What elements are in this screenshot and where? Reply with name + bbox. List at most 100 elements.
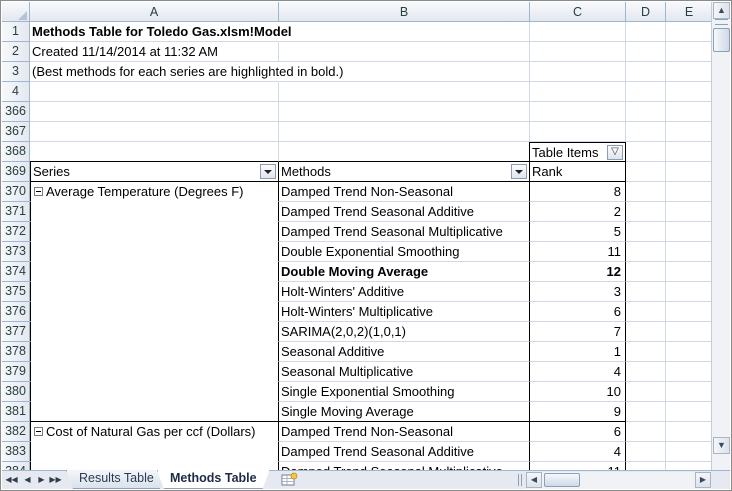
rank-cell[interactable]: 3 bbox=[530, 282, 626, 302]
pivot-series-cell[interactable] bbox=[30, 242, 279, 262]
vertical-scroll-thumb[interactable] bbox=[713, 28, 730, 52]
cell[interactable] bbox=[666, 222, 712, 242]
cell[interactable] bbox=[666, 122, 712, 142]
pivot-series-cell[interactable] bbox=[30, 402, 279, 422]
horizontal-scroll-thumb[interactable] bbox=[544, 473, 580, 487]
pivot-series-cell[interactable] bbox=[30, 322, 279, 342]
prev-sheet-icon[interactable]: ◀ bbox=[21, 473, 34, 487]
cell[interactable] bbox=[666, 342, 712, 362]
cell[interactable] bbox=[626, 442, 666, 462]
method-cell[interactable]: Holt-Winters' Multiplicative bbox=[279, 302, 530, 322]
method-cell[interactable]: Damped Trend Seasonal Additive bbox=[279, 442, 530, 462]
cell[interactable] bbox=[666, 182, 712, 202]
scroll-left-icon[interactable]: ◀ bbox=[526, 472, 542, 488]
method-cell[interactable]: Double Exponential Smoothing bbox=[279, 242, 530, 262]
created-date-cell[interactable]: Created 11/14/2014 at 11:32 AM bbox=[30, 42, 279, 62]
cell[interactable] bbox=[666, 422, 712, 442]
cell[interactable] bbox=[666, 82, 712, 102]
cell[interactable] bbox=[30, 82, 279, 102]
cell[interactable] bbox=[626, 122, 666, 142]
method-cell[interactable]: Seasonal Additive bbox=[279, 342, 530, 362]
cell[interactable] bbox=[30, 142, 279, 162]
insert-worksheet-icon[interactable] bbox=[279, 472, 299, 488]
cell[interactable] bbox=[666, 202, 712, 222]
best-rank-cell[interactable]: 12 bbox=[530, 262, 626, 282]
cell[interactable] bbox=[666, 62, 712, 82]
row-header[interactable]: 374 bbox=[2, 262, 29, 282]
collapse-minus-icon[interactable] bbox=[34, 427, 43, 437]
filter-icon[interactable]: ▽ bbox=[607, 145, 623, 160]
pivot-series-cell[interactable] bbox=[30, 302, 279, 322]
cell[interactable] bbox=[530, 62, 626, 82]
pivot-rank-header[interactable]: Rank bbox=[530, 162, 626, 182]
cell[interactable] bbox=[666, 162, 712, 182]
column-header-d[interactable]: D bbox=[626, 2, 666, 22]
pivot-series-cell[interactable] bbox=[30, 362, 279, 382]
cell[interactable] bbox=[666, 362, 712, 382]
cell[interactable] bbox=[666, 302, 712, 322]
row-header[interactable]: 373 bbox=[2, 242, 29, 262]
row-header[interactable]: 368 bbox=[2, 142, 29, 162]
cell[interactable] bbox=[626, 422, 666, 442]
rank-cell[interactable]: 11 bbox=[530, 242, 626, 262]
rank-cell[interactable]: 9 bbox=[530, 402, 626, 422]
method-cell[interactable]: Single Exponential Smoothing bbox=[279, 382, 530, 402]
row-header[interactable]: 366 bbox=[2, 102, 29, 122]
rank-cell[interactable]: 5 bbox=[530, 222, 626, 242]
column-header-c[interactable]: C bbox=[530, 2, 626, 22]
method-cell[interactable]: Damped Trend Seasonal Additive bbox=[279, 202, 530, 222]
tab-results-table[interactable]: Results Table bbox=[66, 470, 167, 489]
cell[interactable] bbox=[279, 42, 530, 62]
cell[interactable] bbox=[626, 242, 666, 262]
column-header-e[interactable]: E bbox=[666, 2, 712, 22]
column-header-a[interactable]: A bbox=[30, 2, 279, 22]
cell[interactable] bbox=[626, 162, 666, 182]
pivot-series-cell[interactable] bbox=[30, 262, 279, 282]
row-header[interactable]: 381 bbox=[2, 402, 29, 422]
last-sheet-icon[interactable]: ▶▶ bbox=[49, 473, 62, 487]
pivot-series-header[interactable]: Series bbox=[30, 162, 279, 182]
cell[interactable] bbox=[30, 102, 279, 122]
cell[interactable] bbox=[626, 62, 666, 82]
row-header[interactable]: 375 bbox=[2, 282, 29, 302]
cell[interactable] bbox=[530, 42, 626, 62]
tab-split-handle-icon[interactable] bbox=[518, 474, 522, 486]
row-header[interactable]: 378 bbox=[2, 342, 29, 362]
pivot-series-cell[interactable] bbox=[30, 342, 279, 362]
row-header[interactable]: 4 bbox=[2, 82, 29, 102]
row-header[interactable]: 376 bbox=[2, 302, 29, 322]
cell[interactable] bbox=[626, 182, 666, 202]
cell[interactable] bbox=[626, 362, 666, 382]
cell[interactable] bbox=[666, 322, 712, 342]
pivot-methods-header[interactable]: Methods bbox=[279, 162, 530, 182]
series-dropdown-arrow-icon[interactable] bbox=[260, 164, 276, 179]
row-header[interactable]: 1 bbox=[2, 22, 29, 42]
row-header[interactable]: 379 bbox=[2, 362, 29, 382]
row-header[interactable]: 369 bbox=[2, 162, 29, 182]
cell[interactable] bbox=[666, 242, 712, 262]
row-header[interactable]: 370 bbox=[2, 182, 29, 202]
cell[interactable] bbox=[626, 402, 666, 422]
cell[interactable] bbox=[666, 142, 712, 162]
row-header[interactable]: 367 bbox=[2, 122, 29, 142]
select-all-corner[interactable] bbox=[2, 2, 30, 22]
pivot-series-cell[interactable] bbox=[30, 282, 279, 302]
cell[interactable] bbox=[279, 142, 530, 162]
cell[interactable] bbox=[666, 402, 712, 422]
pivot-series-cell[interactable] bbox=[30, 442, 279, 462]
cell[interactable] bbox=[279, 22, 530, 42]
cell[interactable] bbox=[626, 222, 666, 242]
cell[interactable] bbox=[279, 122, 530, 142]
cell[interactable] bbox=[666, 442, 712, 462]
cell[interactable] bbox=[530, 82, 626, 102]
row-header[interactable]: 382 bbox=[2, 422, 29, 442]
rank-cell[interactable]: 1 bbox=[530, 342, 626, 362]
next-sheet-icon[interactable]: ▶ bbox=[35, 473, 48, 487]
pivot-series-cell[interactable] bbox=[30, 202, 279, 222]
method-cell[interactable]: Damped Trend Non-Seasonal bbox=[279, 422, 530, 442]
column-header-b[interactable]: B bbox=[279, 2, 530, 22]
rank-cell[interactable]: 7 bbox=[530, 322, 626, 342]
rank-cell[interactable]: 2 bbox=[530, 202, 626, 222]
scroll-right-icon[interactable]: ▶ bbox=[695, 472, 711, 488]
rank-cell[interactable]: 6 bbox=[530, 422, 626, 442]
